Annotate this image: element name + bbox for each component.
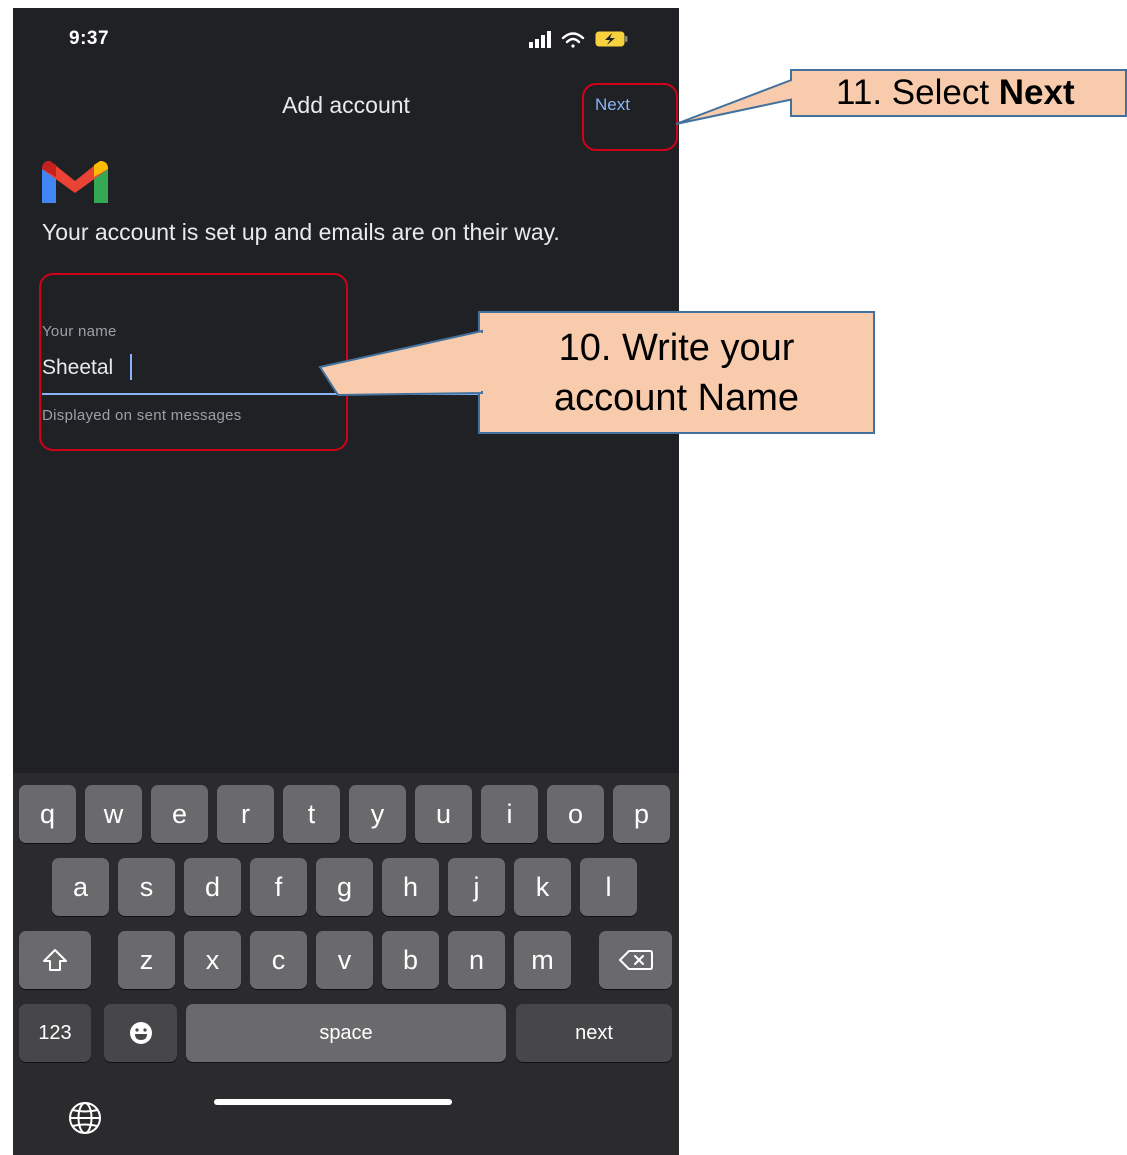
next-key[interactable]: next (516, 1004, 672, 1062)
key-b[interactable]: b (382, 931, 439, 989)
key-q[interactable]: q (19, 785, 76, 843)
shift-icon (43, 949, 67, 971)
key-a[interactable]: a (52, 858, 109, 916)
key-c[interactable]: c (250, 931, 307, 989)
key-w[interactable]: w (85, 785, 142, 843)
key-m[interactable]: m (514, 931, 571, 989)
key-l[interactable]: l (580, 858, 637, 916)
keyboard: q w e r t y u i o p a s d f g h j k l z … (13, 773, 679, 1155)
callout-step-11-prefix: 11. Select (836, 73, 999, 112)
battery-charging-icon (595, 31, 628, 47)
name-field-highlight-box (39, 273, 348, 451)
key-h[interactable]: h (382, 858, 439, 916)
key-s[interactable]: s (118, 858, 175, 916)
key-v[interactable]: v (316, 931, 373, 989)
next-highlight-box (582, 83, 678, 151)
numbers-key[interactable]: 123 (19, 1004, 91, 1062)
key-p[interactable]: p (613, 785, 670, 843)
callout-step-10-line2: account Name (553, 376, 799, 419)
key-r[interactable]: r (217, 785, 274, 843)
callout-pointer (675, 77, 798, 125)
key-z[interactable]: z (118, 931, 175, 989)
backspace-icon (618, 950, 653, 970)
key-e[interactable]: e (151, 785, 208, 843)
key-f[interactable]: f (250, 858, 307, 916)
callout-step-11: 11. Select Next (675, 69, 1127, 125)
key-o[interactable]: o (547, 785, 604, 843)
key-k[interactable]: k (514, 858, 571, 916)
wifi-icon (561, 32, 585, 48)
setup-message: Your account is set up and emails are on… (42, 219, 560, 245)
callout-pointer (318, 329, 486, 397)
callout-step-10: 10. Write your account Name (318, 311, 875, 434)
signal-icon (529, 31, 551, 48)
globe-icon[interactable] (63, 1096, 107, 1140)
delete-key[interactable] (599, 931, 672, 989)
key-g[interactable]: g (316, 858, 373, 916)
key-y[interactable]: y (349, 785, 406, 843)
emoji-icon (129, 1022, 152, 1044)
home-indicator (214, 1099, 452, 1105)
page-title: Add account (282, 92, 410, 118)
emoji-key[interactable] (104, 1004, 177, 1062)
status-icons (529, 31, 628, 48)
callout-step-10-line1: 10. Write your (558, 326, 795, 369)
key-x[interactable]: x (184, 931, 241, 989)
gmail-logo-icon (42, 161, 108, 203)
key-i[interactable]: i (481, 785, 538, 843)
key-u[interactable]: u (415, 785, 472, 843)
key-n[interactable]: n (448, 931, 505, 989)
key-t[interactable]: t (283, 785, 340, 843)
key-j[interactable]: j (448, 858, 505, 916)
phone-screen: 9:37 Add account Next Your account is se… (13, 8, 679, 1155)
shift-key[interactable] (19, 931, 91, 989)
space-key[interactable]: space (186, 1004, 506, 1062)
key-d[interactable]: d (184, 858, 241, 916)
status-time: 9:37 (69, 28, 110, 49)
callout-step-11-bold: Next (998, 73, 1075, 112)
